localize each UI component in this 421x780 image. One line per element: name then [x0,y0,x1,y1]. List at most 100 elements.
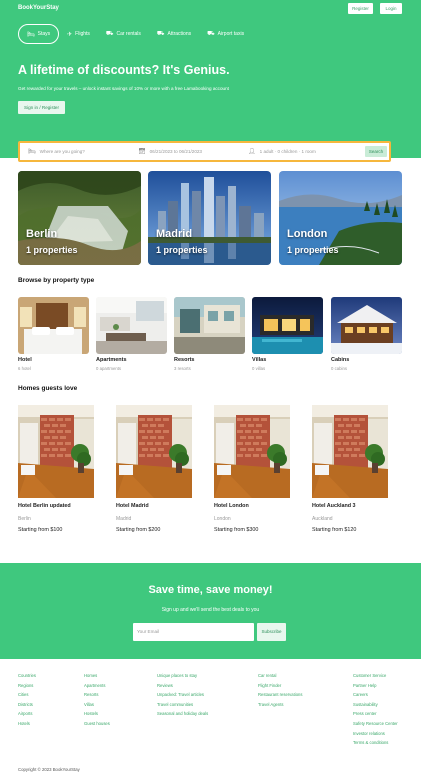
car-icon: ⛟︎ [105,31,114,37]
calendar-icon: 📅︎ [138,149,146,155]
property-type-count: 0 cabins [331,366,348,371]
apartments-photo [96,297,167,354]
footer-column-3: Unique places to stay Reviews Unpacked: … [157,671,208,719]
footer-link[interactable]: Restaurant reservations [258,690,302,700]
subscribe-button[interactable]: Subscribe [257,623,286,641]
home-card[interactable] [214,405,290,498]
footer-link[interactable]: Sustainability [353,700,398,710]
search-button[interactable]: Search [365,146,387,157]
login-button[interactable]: Login [380,3,402,14]
home-city: London [214,516,231,522]
property-type-villas[interactable] [252,297,323,354]
footer-link[interactable]: Flight Finder [258,681,302,691]
nav-item-label: Attractions [167,31,192,37]
footer-link[interactable]: Cities [18,690,36,700]
footer-link[interactable]: Partner Help [353,681,398,691]
property-type-name: Apartments [96,357,127,363]
city-card-madrid[interactable]: Madrid 1 properties [148,171,271,265]
person-icon: 👤︎ [248,149,256,155]
footer-link[interactable]: Press center [353,709,398,719]
home-price: Starting from $100 [18,527,63,533]
homes-title: Homes guests love [18,385,78,392]
register-button[interactable]: Register [348,3,373,14]
home-name[interactable]: Hotel Madrid [116,503,149,509]
footer-link[interactable]: Resorts [84,690,110,700]
home-card[interactable] [18,405,94,498]
nav-item-airport-taxis[interactable]: ⛟︎ Airport taxis [199,24,252,44]
plane-icon: ✈︎ [67,31,73,38]
home-card[interactable] [116,405,192,498]
newsletter-subtitle: Sign up and we'll send the best deals to… [161,607,260,613]
footer-link[interactable]: Homes [84,671,110,681]
footer-link[interactable]: Unique places to stay [157,671,208,681]
city-property-count: 1 properties [156,245,208,255]
footer-link[interactable]: Terms & conditions [353,738,398,748]
home-card[interactable] [312,405,388,498]
copyright-text: Copyright © 2023 BookYourStay [18,767,80,772]
footer-link[interactable]: Reviews [157,681,208,691]
home-name[interactable]: Hotel Berlin updated [18,503,71,509]
nav-item-car-rentals[interactable]: ⛟︎ Car rentals [98,24,149,44]
home-photo [214,405,290,498]
footer-link[interactable]: Hostels [84,709,110,719]
hero-banner: BookYourStay Register Login 🛌︎ Stays ✈︎ … [0,0,421,158]
footer-link[interactable]: Guest houses [84,719,110,729]
hero-title: A lifetime of discounts? It's Genius. [18,63,230,77]
footer-link[interactable]: Safety Resource Center [353,719,398,729]
bed-icon: 🛌︎ [28,149,36,155]
property-type-resorts[interactable] [174,297,245,354]
footer-link[interactable]: Countries [18,671,36,681]
property-type-count: 0 apartments [96,366,122,371]
property-type-cabins[interactable] [331,297,402,354]
resorts-photo [174,297,245,354]
footer-link[interactable]: Villas [84,700,110,710]
bed-icon: 🛌︎ [27,31,35,38]
city-property-count: 1 properties [287,245,339,255]
date-range-field[interactable]: 📅︎ 06/21/2023 to 06/21/2023 [130,143,240,160]
signin-register-button[interactable]: Sign in / Register [18,101,65,114]
property-type-count: 3 resorts [174,366,191,371]
footer-link[interactable]: Hotels [18,719,36,729]
property-type-name: Resorts [174,357,195,363]
footer-link[interactable]: Districts [18,700,36,710]
destination-field[interactable]: 🛌︎ Where are you going? [20,143,130,160]
footer-link[interactable]: Airports [18,709,36,719]
nav-item-attractions[interactable]: ⛟︎ Attractions [149,24,199,44]
footer-link[interactable]: Car rental [258,671,302,681]
city-name: London [287,228,328,240]
footer-column-4: Car rental Flight Finder Restaurant rese… [258,671,302,709]
guests-field[interactable]: 👤︎ 1 adult · 0 children · 1 room [240,143,360,160]
home-city: Berlin [18,516,31,522]
property-type-hotel[interactable] [18,297,89,354]
main-nav: 🛌︎ Stays ✈︎ Flights ⛟︎ Car rentals ⛟︎ At… [18,24,252,44]
search-bar: 🛌︎ Where are you going? 📅︎ 06/21/2023 to… [18,141,391,162]
newsletter-section: Save time, save money! Sign up and we'll… [0,563,421,659]
nav-item-flights[interactable]: ✈︎ Flights [59,24,98,44]
destination-input[interactable]: Where are you going? [40,149,85,154]
property-type-name: Cabins [331,357,350,363]
footer-link[interactable]: Travel communities [157,700,208,710]
city-card-berlin[interactable]: Berlin 1 properties [18,171,141,265]
property-type-apartments[interactable] [96,297,167,354]
city-card-london[interactable]: London 1 properties [279,171,402,265]
hero-subtitle: Get rewarded for your travels – unlock i… [18,86,229,91]
footer-link[interactable]: Apartments [84,681,110,691]
newsletter-email-input[interactable]: Your Email [133,623,254,641]
home-price: Starting from $300 [214,527,259,533]
footer-link[interactable]: Careers [353,690,398,700]
hotel-photo [18,297,89,354]
footer-link[interactable]: Unpacked: Travel articles [157,690,208,700]
footer-link[interactable]: Customer Service [353,671,398,681]
property-type-name: Hotel [18,357,32,363]
footer-link[interactable]: Regions [18,681,36,691]
home-name[interactable]: Hotel London [214,503,249,509]
taxi-icon: ⛟︎ [207,31,215,37]
property-type-title: Browse by property type [18,277,95,284]
footer-link[interactable]: Seasonal and holiday deals [157,709,208,719]
footer-link[interactable]: Investor relations [353,729,398,739]
brand-logo[interactable]: BookYourStay [18,5,59,11]
footer-column-5: Customer Service Partner Help Careers Su… [353,671,398,748]
footer-link[interactable]: Travel Agents [258,700,302,710]
nav-item-stays[interactable]: 🛌︎ Stays [18,24,60,44]
home-name[interactable]: Hotel Auckland 3 [312,503,356,509]
